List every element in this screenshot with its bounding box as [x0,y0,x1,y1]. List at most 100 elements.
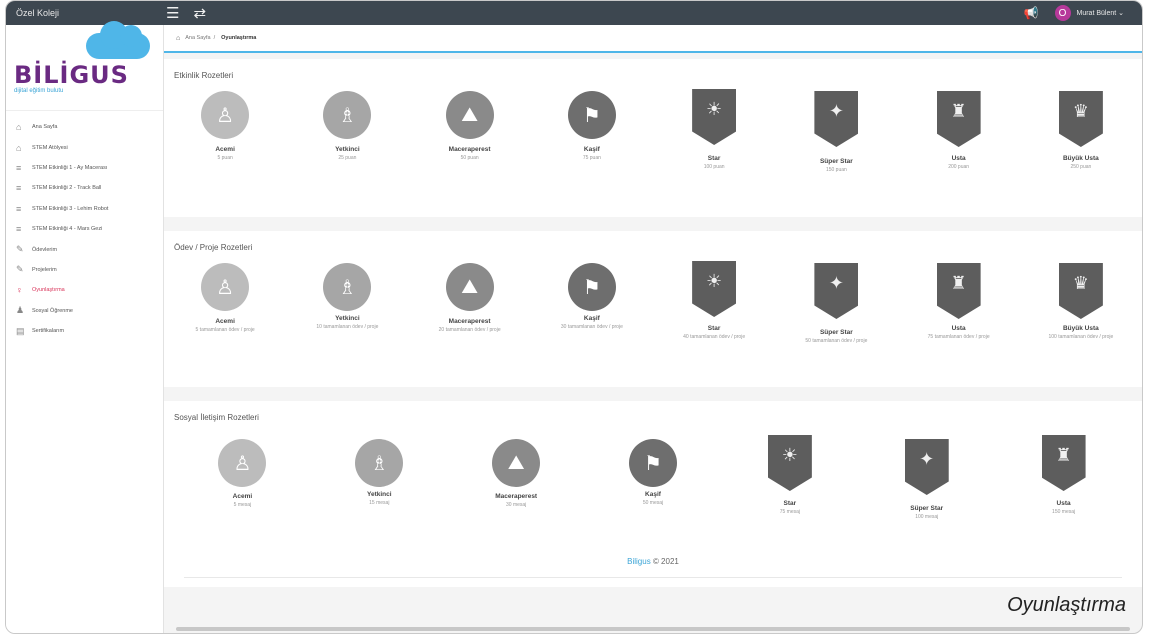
badge-star: ☀ Star 100 puan [653,89,775,211]
sidebar-item-projelerim[interactable]: ✎ Projelerim [6,260,163,280]
badge-super-star: ✦ Süper Star 150 puan [775,91,897,211]
badge-requirement: 50 mesaj [642,500,664,506]
megaphone-icon[interactable]: 📢 [1024,6,1039,20]
badge-name: Star [707,325,721,332]
kasif-badge-icon: ⚑ [629,439,677,487]
sidebar-item-oyunlastirma[interactable]: ♀ Oyunlaştırma [6,280,163,300]
maceraperest-badge-icon: ⛰ [445,263,494,311]
star-badge-icon: ☀ [767,435,812,491]
main-content: ⌂ Ana Sayfa / Oyunlaştırma Etkinlik Roze… [164,25,1142,633]
badge-requirement: 150 mesaj [1052,509,1076,515]
badge-name: Acemi [232,493,253,500]
maceraperest-badge-icon: ⛰ [492,439,541,487]
breadcrumb-home[interactable]: Ana Sayfa [185,35,210,41]
list-icon: ≡ [16,162,22,173]
badge-yetkinci: ♗ Yetkinci 10 tamamlanan ödev / proje [286,263,408,383]
badge-name: Süper Star [819,329,853,336]
badge-acemi: ♙ Acemi 5 puan [164,91,286,211]
badge-requirement: 100 mesaj [915,514,939,520]
edit-icon: ✎ [16,244,24,255]
sidebar-item-label: Ödevlerim [32,246,58,253]
sidebar-menu: ⌂ Ana Sayfa ⌂ STEM Atölyesi ≡ STEM Etkinliğ… [6,117,163,341]
sidebar-item-odevlerim[interactable]: ✎ Ödevlerim [6,239,163,259]
badge-requirement: 15 mesaj [369,500,390,506]
sidebar-item-label: STEM Etkinliği 3 - Lehim Robot [32,205,109,212]
home-icon[interactable]: ⌂ [176,35,180,42]
sidebar-item-sosyal-ogrenme[interactable]: ♟ Sosyal Öğrenme [6,301,163,321]
section-title: Ödev / Proje Rozetleri [174,243,253,252]
cloud-logo-icon [86,21,150,59]
super-star-badge-icon: ✦ [814,91,859,147]
trophy-icon: ♀ [16,285,23,296]
swap-icon[interactable]: ⇄ [193,6,206,21]
sidebar-item-stem-2[interactable]: ≡ STEM Etkinliği 2 - Track Ball [6,178,163,198]
badge-requirement: 30 mesaj [506,502,527,508]
sidebar-item-ana-sayfa[interactable]: ⌂ Ana Sayfa [6,117,163,137]
badge-row: ♙ Acemi 5 puan ♗ Yetkinci 25 puan ⛰ Mace… [164,89,1142,211]
yetkinci-badge-icon: ♗ [323,91,372,139]
badge-name: Kaşif [583,315,600,322]
badge-acemi: ♙ Acemi 5 tamamlanan ödev / proje [164,263,286,383]
badge-name: Usta [951,155,966,162]
school-name: Özel Koleji [16,8,60,18]
badge-requirement: 200 puan [948,164,970,170]
usta-badge-icon: ♜ [936,91,981,147]
badge-requirement: 150 puan [825,167,847,173]
yetkinci-badge-icon: ♗ [355,439,404,487]
badge-name: Yetkinci [367,491,392,498]
sidebar-item-stem-atolyesi[interactable]: ⌂ STEM Atölyesi [6,137,163,157]
badge-name: Maceraperest [495,493,538,500]
user-icon: ♟ [16,305,25,316]
sidebar-item-label: Sertifikalarım [32,328,65,335]
sidebar-item-label: STEM Etkinliği 2 - Track Ball [32,185,102,192]
edit-icon: ✎ [16,264,24,275]
avatar[interactable]: O [1054,5,1071,21]
breadcrumb-current: Oyunlaştırma [221,35,257,41]
badge-name: Yetkinci [335,146,360,153]
acemi-badge-icon: ♙ [201,263,250,311]
biligus-logo[interactable]: BİLİGUS dijital eğitim bulutu [6,21,163,111]
sidebar-item-label: Projelerim [32,266,57,273]
sidebar-item-stem-3[interactable]: ≡ STEM Etkinliği 3 - Lehim Robot [6,199,163,219]
badge-yetkinci: ♗ Yetkinci 15 mesaj [311,439,448,559]
badge-kasif: ⚑ Kaşif 75 puan [531,91,653,211]
user-name: Murat Bülent [1076,10,1117,17]
star-badge-icon: ☀ [692,89,737,145]
badge-requirement: 50 tamamlanan ödev / proje [805,338,868,344]
sidebar-item-stem-1[interactable]: ≡ STEM Etkinliği 1 - Ay Macerası [6,158,163,178]
badge-name: Kaşif [583,146,600,153]
list-icon: ≡ [16,183,22,194]
browser-frame: Özel Koleji ☰ ⇄ 📢 O Murat Bülent ⌄ BİLİG… [5,0,1143,634]
badge-requirement: 100 puan [703,164,725,170]
badge-name: Büyük Usta [1062,325,1099,332]
footer-brand-link[interactable]: Biligus [627,557,651,566]
badge-yetkinci: ♗ Yetkinci 25 puan [286,91,408,211]
badge-requirement: 5 mesaj [233,502,252,508]
badge-requirement: 20 tamamlanan ödev / proje [438,327,501,333]
badge-buyuk-usta: ♛ Büyük Usta 100 tamamlanan ödev / proje [1020,263,1142,383]
badge-name: Star [783,500,797,507]
top-bar: Özel Koleji ☰ ⇄ 📢 O Murat Bülent ⌄ [6,1,1142,25]
badge-maceraperest: ⛰ Maceraperest 30 mesaj [448,439,585,559]
badge-row: ♙ Acemi 5 tamamlanan ödev / proje ♗ Yetk… [164,261,1142,383]
sidebar-item-stem-4[interactable]: ≡ STEM Etkinliği 4 - Mars Gezi [6,219,163,239]
badge-super-star: ✦ Süper Star 100 mesaj [858,439,995,559]
sidebar: BİLİGUS dijital eğitim bulutu ⌂ Ana Sayfa… [6,21,164,633]
sidebar-item-sertifikalarim[interactable]: ▤ Sertifikalarım [6,321,163,341]
usta-badge-icon: ♜ [1041,435,1086,491]
badge-requirement: 10 tamamlanan ödev / proje [316,324,379,330]
user-menu[interactable]: Murat Bülent ⌄ [1077,9,1125,17]
section-title: Etkinlik Rozetleri [174,71,234,80]
figure-caption: Oyunlaştırma [1007,594,1126,616]
page-footer: Biligus © 2021 [184,542,1122,578]
menu-toggle-icon[interactable]: ☰ [166,6,179,21]
badge-kasif: ⚑ Kaşif 30 tamamlanan ödev / proje [531,263,653,383]
badge-super-star: ✦ Süper Star 50 tamamlanan ödev / proje [775,263,897,383]
sidebar-item-label: Oyunlaştırma [32,287,65,294]
kasif-badge-icon: ⚑ [567,263,616,311]
certificate-icon: ▤ [16,325,25,336]
badge-requirement: 250 puan [1070,164,1092,170]
horizontal-scrollbar[interactable] [176,627,1130,631]
badge-kasif: ⚑ Kaşif 50 mesaj [585,439,722,559]
badge-name: Maceraperest [448,146,491,153]
